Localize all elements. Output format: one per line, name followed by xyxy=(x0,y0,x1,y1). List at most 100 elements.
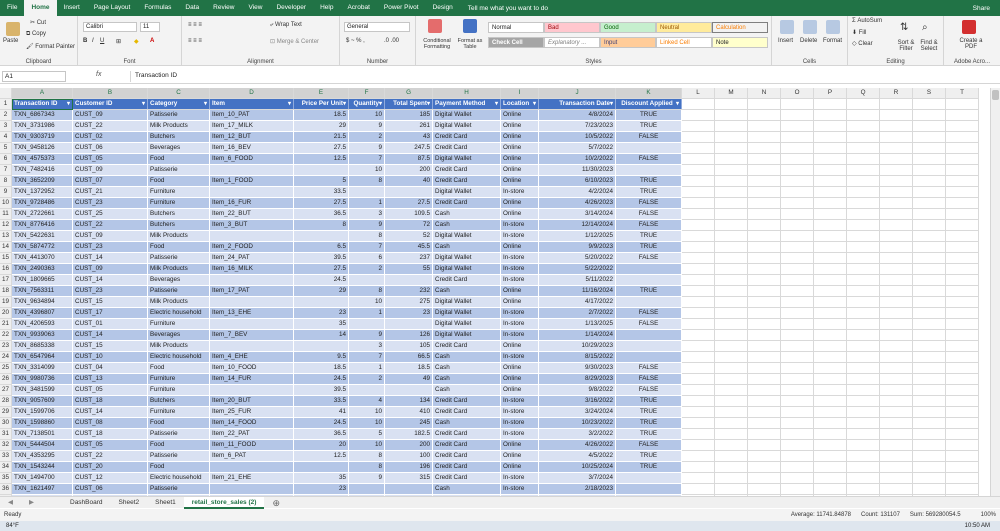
empty-cell[interactable] xyxy=(813,417,848,430)
cell-J5[interactable]: 5/7/2022 xyxy=(538,142,617,155)
filter-dropdown-icon[interactable]: ▾ xyxy=(676,99,679,109)
cell-J32[interactable]: 4/26/2022 xyxy=(538,439,617,452)
row-header[interactable]: 4 xyxy=(0,131,12,144)
cell-C32[interactable]: Food xyxy=(147,439,211,452)
cell-H15[interactable]: Digital Wallet xyxy=(432,252,502,265)
cell-D18[interactable]: Item_17_PAT xyxy=(209,285,295,298)
cell-H6[interactable]: Digital Wallet xyxy=(432,153,502,166)
empty-cell[interactable] xyxy=(912,373,947,386)
cell-C2[interactable]: Patisserie xyxy=(147,109,211,122)
empty-cell[interactable] xyxy=(747,164,782,177)
row-header[interactable]: 20 xyxy=(0,307,12,320)
cell-K24[interactable] xyxy=(615,351,683,364)
empty-cell[interactable] xyxy=(714,142,749,155)
column-header-L[interactable]: L xyxy=(681,88,716,100)
cell-A12[interactable]: TXN_8776416 xyxy=(11,219,74,232)
row-header[interactable]: 31 xyxy=(0,428,12,441)
cell-E16[interactable]: 27.5 xyxy=(293,263,350,276)
empty-cell[interactable] xyxy=(714,263,749,276)
empty-cell[interactable] xyxy=(780,131,815,144)
empty-cell[interactable] xyxy=(879,483,914,496)
cell-J10[interactable]: 4/26/2023 xyxy=(538,197,617,210)
cell-K25[interactable]: FALSE xyxy=(615,362,683,375)
cell-J16[interactable]: 5/22/2022 xyxy=(538,263,617,276)
filter-dropdown-icon[interactable]: ▾ xyxy=(204,99,207,109)
empty-cell[interactable] xyxy=(813,362,848,375)
empty-cell[interactable] xyxy=(912,153,947,166)
empty-cell[interactable] xyxy=(846,175,881,188)
cell-D11[interactable]: Item_22_BUT xyxy=(209,208,295,221)
empty-cell[interactable] xyxy=(747,274,782,287)
empty-cell[interactable] xyxy=(846,384,881,397)
cell-I17[interactable]: In-store xyxy=(500,274,540,287)
cell-I21[interactable]: In-store xyxy=(500,318,540,331)
empty-cell[interactable] xyxy=(846,153,881,166)
cell-K33[interactable]: TRUE xyxy=(615,450,683,463)
cell-D34[interactable] xyxy=(209,461,295,474)
cell-G3[interactable]: 261 xyxy=(384,120,434,133)
empty-cell[interactable] xyxy=(813,384,848,397)
empty-cell[interactable] xyxy=(747,142,782,155)
empty-cell[interactable] xyxy=(747,175,782,188)
cell-K20[interactable]: FALSE xyxy=(615,307,683,320)
empty-cell[interactable] xyxy=(912,472,947,485)
cell-H5[interactable]: Credit Card xyxy=(432,142,502,155)
sheet-tab[interactable]: retail_store_sales (2) xyxy=(183,496,265,509)
cell-E25[interactable]: 18.5 xyxy=(293,362,350,375)
empty-cell[interactable] xyxy=(747,120,782,133)
cell-B22[interactable]: CUST_14 xyxy=(72,329,149,342)
cell-E34[interactable] xyxy=(293,461,350,474)
cell-B3[interactable]: CUST_22 xyxy=(72,120,149,133)
cell-H18[interactable]: Cash xyxy=(432,285,502,298)
cell-G36[interactable] xyxy=(384,483,434,496)
cell-D8[interactable]: Item_1_FOOD xyxy=(209,175,295,188)
empty-cell[interactable] xyxy=(945,241,980,254)
empty-cell[interactable] xyxy=(846,340,881,353)
cell-G9[interactable] xyxy=(384,186,434,199)
empty-cell[interactable] xyxy=(879,230,914,243)
empty-cell[interactable] xyxy=(945,307,980,320)
cell-F11[interactable]: 3 xyxy=(348,208,386,221)
style-good[interactable]: Good xyxy=(600,22,656,33)
cell-D26[interactable]: Item_14_FUR xyxy=(209,373,295,386)
filter-dropdown-icon[interactable]: ▾ xyxy=(343,99,346,109)
cell-A14[interactable]: TXN_5874772 xyxy=(11,241,74,254)
row-header[interactable]: 11 xyxy=(0,208,12,221)
empty-cell[interactable] xyxy=(714,461,749,474)
empty-cell[interactable] xyxy=(813,318,848,331)
cell-B15[interactable]: CUST_14 xyxy=(72,252,149,265)
empty-cell[interactable] xyxy=(846,274,881,287)
cell-I34[interactable]: Online xyxy=(500,461,540,474)
tab-help[interactable]: Help xyxy=(313,0,340,16)
cell-F5[interactable]: 9 xyxy=(348,142,386,155)
cell-B32[interactable]: CUST_05 xyxy=(72,439,149,452)
cell-I1[interactable]: Location ▾ xyxy=(500,98,540,111)
cell-I13[interactable]: In-store xyxy=(500,230,540,243)
cell-G23[interactable]: 105 xyxy=(384,340,434,353)
cell-K17[interactable] xyxy=(615,274,683,287)
cell-K7[interactable] xyxy=(615,164,683,177)
row-header[interactable]: 19 xyxy=(0,296,12,309)
cell-I9[interactable]: In-store xyxy=(500,186,540,199)
cell-K5[interactable] xyxy=(615,142,683,155)
cell-A18[interactable]: TXN_7563311 xyxy=(11,285,74,298)
cell-E31[interactable]: 36.5 xyxy=(293,428,350,441)
cell-G34[interactable]: 196 xyxy=(384,461,434,474)
cell-I4[interactable]: Online xyxy=(500,131,540,144)
cell-H33[interactable]: Credit Card xyxy=(432,450,502,463)
empty-cell[interactable] xyxy=(846,439,881,452)
empty-cell[interactable] xyxy=(879,395,914,408)
empty-cell[interactable] xyxy=(747,219,782,232)
empty-cell[interactable] xyxy=(747,197,782,210)
row-header[interactable]: 22 xyxy=(0,329,12,342)
cell-E9[interactable]: 33.5 xyxy=(293,186,350,199)
cell-J11[interactable]: 3/14/2024 xyxy=(538,208,617,221)
cell-G1[interactable]: Total Spent ▾ xyxy=(384,98,434,111)
cell-J7[interactable]: 11/30/2023 xyxy=(538,164,617,177)
row-header[interactable]: 33 xyxy=(0,450,12,463)
empty-cell[interactable] xyxy=(879,186,914,199)
column-header-P[interactable]: P xyxy=(813,88,848,100)
empty-cell[interactable] xyxy=(813,406,848,419)
cell-K19[interactable] xyxy=(615,296,683,309)
empty-cell[interactable] xyxy=(879,373,914,386)
